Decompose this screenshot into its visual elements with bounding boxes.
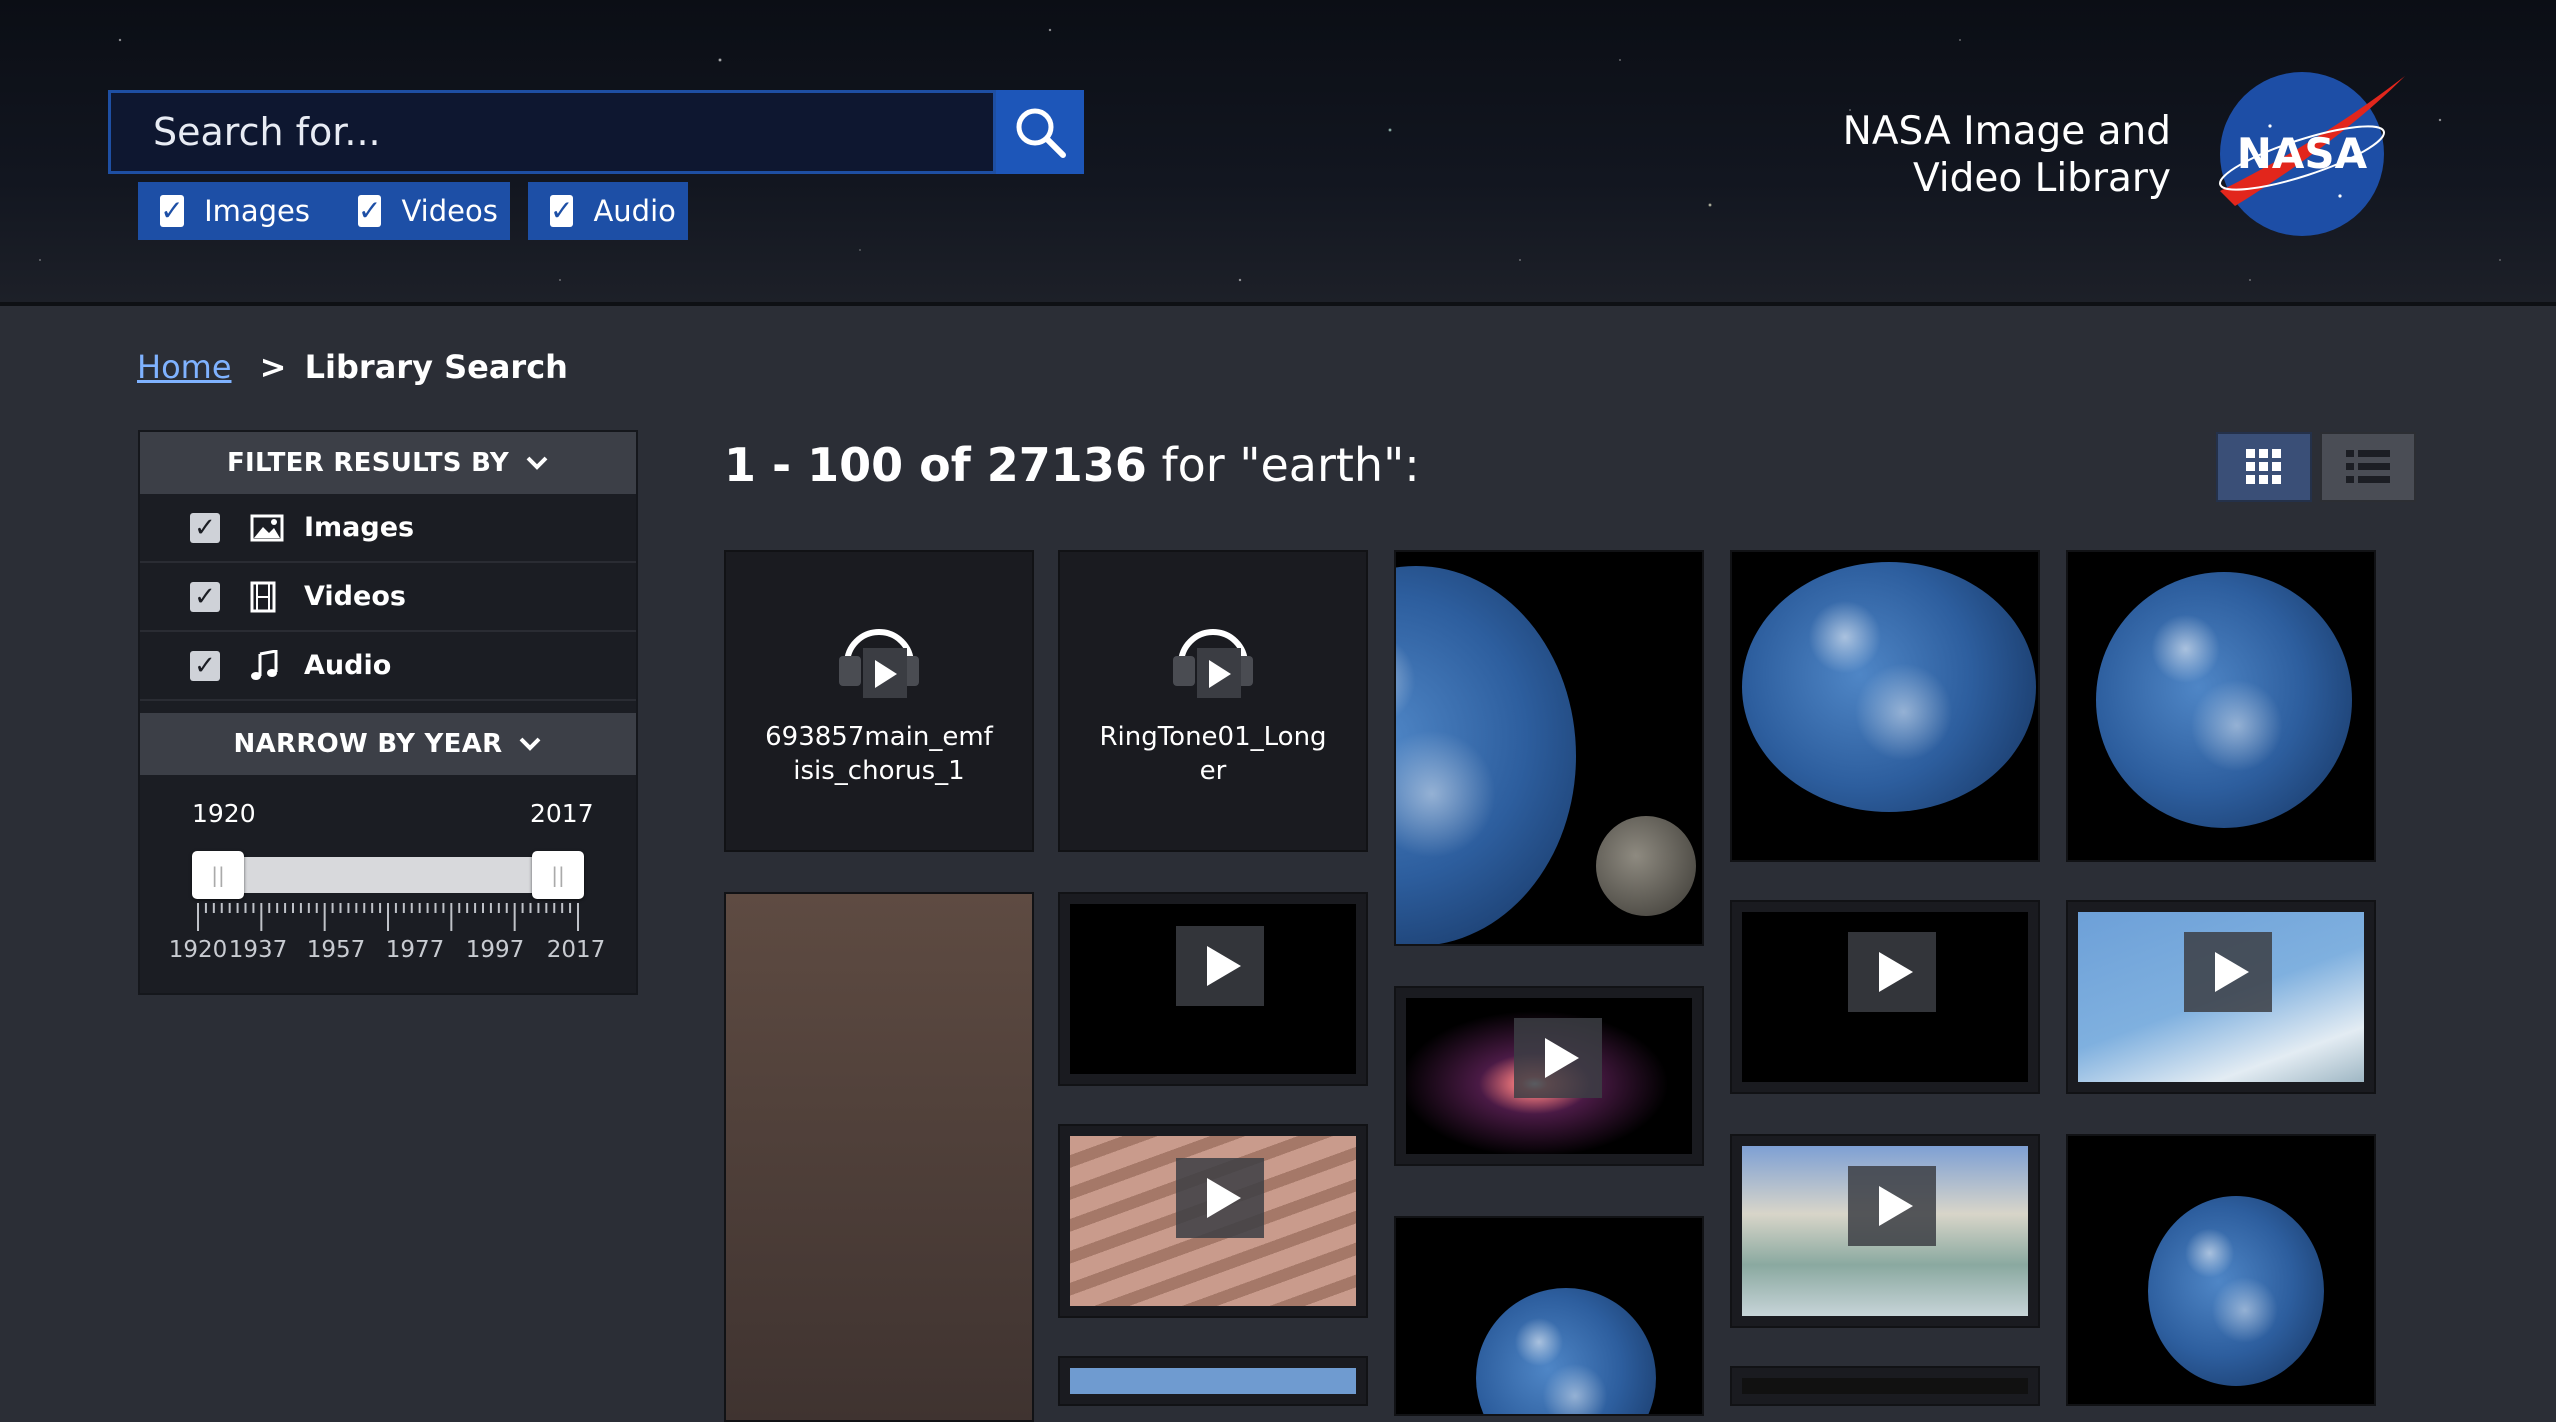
result-card-video[interactable] — [2066, 900, 2376, 1094]
filter-videos-label: Videos — [304, 581, 406, 612]
results-count: 1 - 100 of 27136 for "earth": — [724, 438, 1420, 492]
tick-label: 1977 — [385, 937, 445, 963]
site-title: NASA Image and Video Library — [1843, 108, 2171, 202]
image-icon — [250, 514, 290, 542]
grid-icon — [2246, 449, 2281, 484]
nasa-logo[interactable]: NASA — [2210, 66, 2410, 236]
videos-media-toggle[interactable]: ✓ Videos — [336, 182, 510, 240]
video-thumbnail — [1742, 1378, 2028, 1394]
year-slider-ticks — [197, 903, 579, 931]
chevron-down-icon — [518, 730, 542, 758]
breadcrumb-home-link[interactable]: Home — [137, 348, 232, 386]
audio-media-toggle[interactable]: ✓ Audio — [528, 182, 688, 240]
earth-image — [1742, 562, 2036, 812]
year-slider-min-handle[interactable]: || — [192, 851, 244, 899]
result-card-image[interactable] — [724, 892, 1034, 1422]
grid-view-button[interactable] — [2216, 432, 2312, 502]
earth-image — [2096, 572, 2352, 828]
filter-images-label: Images — [304, 512, 415, 543]
result-title: 693857main_emfisis_chorus_1 — [765, 722, 993, 786]
result-card-audio[interactable]: 693857main_emfisis_chorus_1 — [724, 550, 1034, 852]
filter-sidebar: FILTER RESULTS BY ✓ Images ✓ Videos ✓ Au… — [138, 430, 638, 995]
filter-audio-row[interactable]: ✓ Audio — [140, 632, 636, 701]
tick-label: 1957 — [306, 937, 366, 963]
play-icon — [1848, 1166, 1936, 1246]
play-icon — [1848, 932, 1936, 1012]
checkbox-checked-icon: ✓ — [160, 194, 185, 227]
year-slider-max-handle[interactable]: || — [532, 851, 584, 899]
site-title-line1: NASA Image and — [1842, 109, 2171, 154]
headphones-play-icon — [1163, 612, 1263, 706]
checkbox-checked-icon[interactable]: ✓ — [190, 581, 220, 612]
list-icon — [2346, 450, 2390, 483]
result-card-video[interactable] — [1058, 892, 1368, 1086]
play-icon — [2184, 932, 2272, 1012]
film-icon — [250, 581, 290, 613]
result-card-image[interactable] — [1730, 550, 2040, 862]
tick-label: 2017 — [546, 937, 606, 963]
result-card-image[interactable] — [1394, 1216, 1704, 1416]
filter-audio-label: Audio — [304, 650, 392, 681]
site-header: ✓ Images ✓ Videos ✓ Audio NASA Image and… — [0, 0, 2556, 306]
nasa-logo-text: NASA — [2237, 129, 2368, 178]
tick-label: 1997 — [465, 937, 525, 963]
images-media-label: Images — [204, 194, 310, 228]
filter-images-row[interactable]: ✓ Images — [140, 494, 636, 563]
play-icon — [1514, 1018, 1602, 1098]
breadcrumb: Home > Library Search — [137, 348, 568, 386]
search-button[interactable] — [996, 90, 1084, 174]
result-card-video[interactable] — [1730, 1366, 2040, 1406]
moon-image — [1596, 816, 1696, 916]
result-card-video[interactable] — [1730, 900, 2040, 1094]
search-icon — [1016, 108, 1066, 158]
narrow-by-year-heading: NARROW BY YEAR — [233, 729, 503, 759]
breadcrumb-current: Library Search — [304, 348, 568, 386]
narrow-by-year-header[interactable]: NARROW BY YEAR — [140, 713, 636, 775]
earth-image — [2148, 1196, 2324, 1386]
breadcrumb-separator: > — [259, 348, 287, 386]
result-card-image[interactable] — [2066, 550, 2376, 862]
search-box — [108, 90, 996, 174]
result-card-image[interactable] — [1394, 550, 1704, 946]
earth-image — [1396, 566, 1576, 944]
year-slider-track[interactable]: || || — [192, 851, 584, 899]
audio-media-label: Audio — [593, 194, 676, 228]
checkbox-checked-icon: ✓ — [550, 194, 574, 227]
results-range: 1 - 100 of 27136 — [724, 438, 1147, 492]
result-card-video[interactable] — [1058, 1124, 1368, 1318]
play-icon — [1176, 1158, 1264, 1238]
video-thumbnail — [1070, 1368, 1356, 1394]
earth-image — [1476, 1288, 1656, 1414]
result-title: RingTone01_Longer — [1099, 722, 1327, 786]
checkbox-checked-icon[interactable]: ✓ — [190, 650, 220, 681]
result-card-audio[interactable]: RingTone01_Longer — [1058, 550, 1368, 852]
results-query: for "earth": — [1146, 438, 1420, 492]
year-range-slider: 1920 2017 || || 1920 1937 1957 1977 1997… — [140, 775, 636, 985]
filter-results-heading: FILTER RESULTS BY — [227, 448, 509, 478]
videos-media-label: Videos — [401, 194, 498, 228]
result-card-video[interactable] — [1730, 1134, 2040, 1328]
site-title-line2: Video Library — [1912, 156, 2171, 201]
music-note-icon — [250, 649, 290, 682]
search-input[interactable] — [111, 93, 991, 171]
play-icon — [1176, 926, 1264, 1006]
images-media-toggle[interactable]: ✓ Images — [138, 182, 336, 240]
year-max-label: 2017 — [530, 799, 594, 828]
checkbox-checked-icon: ✓ — [358, 194, 382, 227]
result-card-video[interactable] — [1058, 1356, 1368, 1406]
result-card-video[interactable] — [1394, 986, 1704, 1166]
tick-label: 1920 — [168, 937, 228, 963]
chevron-down-icon — [525, 449, 549, 477]
tick-label: 1937 — [228, 937, 288, 963]
result-card-image[interactable] — [2066, 1134, 2376, 1406]
filter-results-header[interactable]: FILTER RESULTS BY — [140, 432, 636, 494]
headphones-play-icon — [829, 612, 929, 706]
year-min-label: 1920 — [192, 799, 256, 828]
list-view-button[interactable] — [2320, 432, 2416, 502]
filter-videos-row[interactable]: ✓ Videos — [140, 563, 636, 632]
checkbox-checked-icon[interactable]: ✓ — [190, 512, 220, 543]
